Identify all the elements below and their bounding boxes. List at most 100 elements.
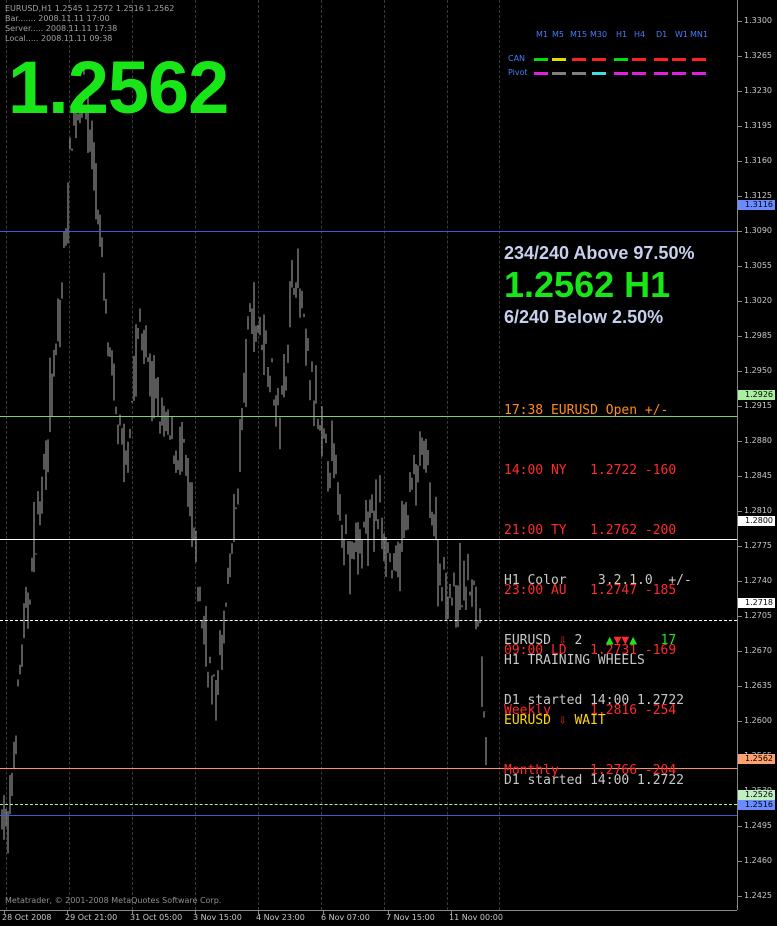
price-label: 1.3300 (744, 16, 772, 25)
price-axis[interactable]: 1.3300 1.3265 1.3230 1.3195 1.3160 1.3125 1.30… (738, 0, 777, 926)
timeframe-indicator-dash (632, 72, 646, 75)
timeframe-indicator-dash (654, 72, 668, 75)
down-arrow-icon: ⇩ (550, 713, 575, 728)
training-started: D1 started 14:00 1.2722 (504, 773, 685, 788)
price-timeframe: 1.2562 H1 (504, 264, 671, 305)
price-label: 1.2740 (744, 576, 772, 585)
timeframe-indicator-dash (672, 58, 686, 61)
price-label: 1.3195 (744, 121, 772, 130)
timeframe-indicator-dash (614, 58, 628, 61)
chart-plot-area[interactable]: EURUSD,H1 1.2545 1.2572 1.2516 1.2562 Ba… (0, 0, 738, 910)
bar-line: Bar....... 2008.11.11 17:00 (5, 14, 110, 23)
timeframe-indicator-dash (572, 58, 586, 61)
price-tick (738, 91, 742, 92)
time-label: 4 Nov 23:00 (256, 913, 305, 922)
session-row: 14:00 NY 1.2722 -160 (504, 463, 677, 478)
time-label: 6 Nov 07:00 (321, 913, 370, 922)
price-label: 1.3055 (744, 261, 772, 270)
price-tick (738, 616, 742, 617)
price-tick (738, 896, 742, 897)
price-label: 1.2635 (744, 681, 772, 690)
price-tag: 1.2926 (738, 390, 775, 400)
price-tick (738, 21, 742, 22)
training-wait: WAIT (574, 713, 606, 728)
timeframe-row-label: CAN (508, 54, 526, 63)
price-tick (738, 406, 742, 407)
price-label: 1.2460 (744, 856, 772, 865)
session-opens-header: 17:38 EURUSD Open +/- (504, 403, 669, 418)
timeframe-row-label: Pivot (508, 68, 528, 77)
price-tag: 1.2526 (738, 790, 775, 800)
price-tick (738, 231, 742, 232)
price-tick (738, 826, 742, 827)
price-tick (738, 721, 742, 722)
timeframe-header: MN1 (690, 30, 708, 39)
server-line: Server..... 2008.11.11 17:38 (5, 24, 118, 33)
price-tick (738, 546, 742, 547)
price-tag: 1.2800 (738, 516, 775, 526)
price-tick (738, 56, 742, 57)
price-tick (738, 161, 742, 162)
price-label: 1.2775 (744, 541, 772, 550)
h1-color-title: H1 Color 3.2.1.0 +/- (504, 573, 692, 588)
timeframe-indicator-dash (552, 58, 566, 61)
price-label: 1.2810 (744, 506, 772, 515)
price-label: 1.2950 (744, 366, 772, 375)
level-line-1-3116[interactable] (0, 231, 737, 232)
price-label: 1.3020 (744, 296, 772, 305)
time-axis[interactable]: 28 Oct 2008 29 Oct 21:00 31 Oct 05:00 3 Nov… (0, 910, 737, 926)
price-label: 1.2915 (744, 401, 772, 410)
below-percent: 6/240 Below 2.50% (504, 307, 664, 327)
big-price-display: 1.2562 (8, 46, 229, 129)
copyright-text: Metatrader, © 2001-2008 MetaQuotes Softw… (5, 896, 222, 905)
mt4-chart-window: EURUSD,H1 1.2545 1.2572 1.2516 1.2562 Ba… (0, 0, 777, 926)
price-label: 1.3230 (744, 86, 772, 95)
timeframe-indicator-dash (672, 72, 686, 75)
price-tick (738, 196, 742, 197)
timeframe-indicator-dash (692, 72, 706, 75)
price-tick (738, 861, 742, 862)
timeframe-indicator-dash (572, 72, 586, 75)
price-tick (738, 686, 742, 687)
timeframe-indicator-dash (552, 72, 566, 75)
timeframe-indicator-dash (614, 72, 628, 75)
timeframe-indicator-dash (654, 58, 668, 61)
time-label: 11 Nov 00:00 (449, 913, 503, 922)
timeframe-header: D1 (656, 30, 668, 39)
training-wheels-panel: H1 TRAINING WHEELS EURUSD ⇩ WAIT D1 star… (504, 611, 684, 831)
price-label: 1.2670 (744, 646, 772, 655)
time-label: 28 Oct 2008 (2, 913, 52, 922)
price-tick (738, 441, 742, 442)
price-tag: 1.2562 (738, 754, 775, 764)
timeframe-header: W1 (675, 30, 688, 39)
price-label: 1.3265 (744, 51, 772, 60)
timeframe-indicator-dash (692, 58, 706, 61)
price-label: 1.2425 (744, 891, 772, 900)
chart-info-panel: EURUSD,H1 1.2545 1.2572 1.2516 1.2562 Ba… (5, 4, 174, 44)
timeframe-indicator-dash (534, 58, 548, 61)
price-tick (738, 476, 742, 477)
time-label: 29 Oct 21:00 (65, 913, 118, 922)
training-symbol: EURUSD (504, 713, 551, 728)
price-tick (738, 126, 742, 127)
timeframe-header: M1 (536, 30, 548, 39)
timeframe-indicator-dash (592, 72, 606, 75)
price-tick (738, 301, 742, 302)
timeframe-indicator-dash (534, 72, 548, 75)
price-label: 1.2600 (744, 716, 772, 725)
price-tag: 1.3116 (738, 200, 775, 210)
time-label: 31 Oct 05:00 (130, 913, 183, 922)
training-title: H1 TRAINING WHEELS (504, 653, 645, 668)
price-tick (738, 511, 742, 512)
timeframe-header: H1 (616, 30, 628, 39)
price-tick (738, 266, 742, 267)
time-label: 7 Nov 15:00 (386, 913, 435, 922)
price-tag: 1.2516 (738, 800, 775, 810)
local-line: Local..... 2008.11.11 09:38 (5, 34, 113, 43)
price-label: 1.2845 (744, 471, 772, 480)
price-tick (738, 336, 742, 337)
above-percent: 234/240 Above 97.50% (504, 243, 695, 263)
timeframe-indicator-dash (632, 58, 646, 61)
symbol-line: EURUSD,H1 1.2545 1.2572 1.2516 1.2562 (5, 4, 175, 13)
price-tick (738, 371, 742, 372)
